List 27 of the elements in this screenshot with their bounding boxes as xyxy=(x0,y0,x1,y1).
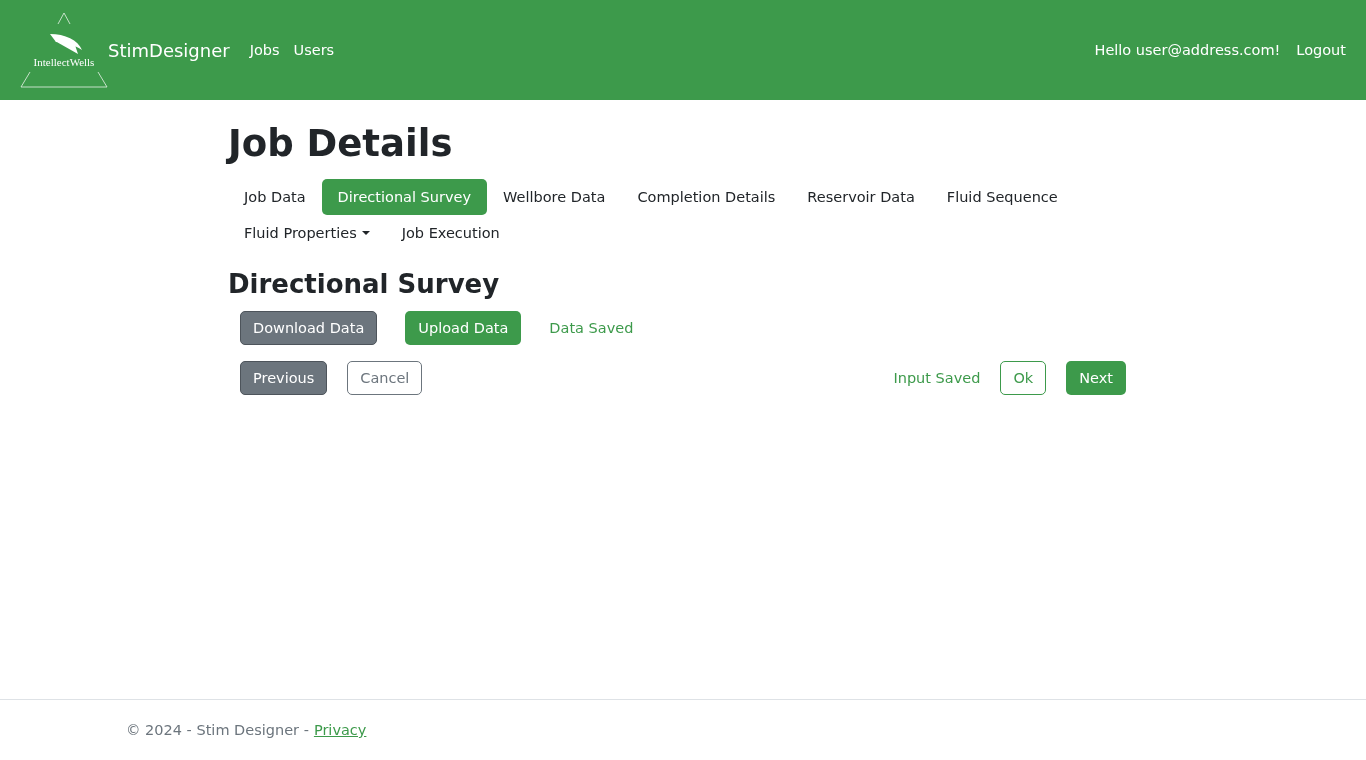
tab[interactable]: Completion Details xyxy=(621,179,792,215)
action-button[interactable]: Previous xyxy=(240,361,328,395)
caret-icon xyxy=(361,231,370,235)
tab[interactable]: Fluid Sequence xyxy=(930,179,1074,215)
section-title: Directional Survey xyxy=(228,269,501,299)
tab[interactable]: Reservoir Data xyxy=(791,179,931,215)
action-button[interactable]: Upload Data xyxy=(405,311,522,345)
nav-link[interactable]: Jobs xyxy=(249,42,280,58)
status-text: Data Saved xyxy=(549,320,634,336)
action-button[interactable]: Cancel xyxy=(347,361,423,395)
tab[interactable]: Wellbore Data xyxy=(487,179,622,215)
action-button[interactable]: Download Data xyxy=(240,311,378,345)
tab[interactable]: Job Execution xyxy=(385,215,516,251)
status-text: Input Saved xyxy=(893,370,981,386)
brand-link[interactable]: StimDesigner xyxy=(108,39,230,61)
tab[interactable]: Job Data xyxy=(228,179,322,215)
nav-link[interactable]: Users xyxy=(293,42,335,58)
page-title: Job Details xyxy=(228,122,454,165)
tab[interactable]: Fluid Properties xyxy=(228,215,386,251)
copyright-text: © 2024 - Stim Designer - xyxy=(126,722,309,738)
privacy-link[interactable]: Privacy xyxy=(313,722,367,738)
tab[interactable]: Directional Survey xyxy=(321,179,488,215)
logout-link[interactable]: Logout xyxy=(1296,42,1346,58)
logo-drawing[interactable]: IntellectWells xyxy=(20,12,108,88)
greeting-text: Hello user@address.com! xyxy=(1094,42,1281,58)
action-button[interactable]: Ok xyxy=(1000,361,1047,395)
action-button[interactable]: Next xyxy=(1066,361,1126,395)
